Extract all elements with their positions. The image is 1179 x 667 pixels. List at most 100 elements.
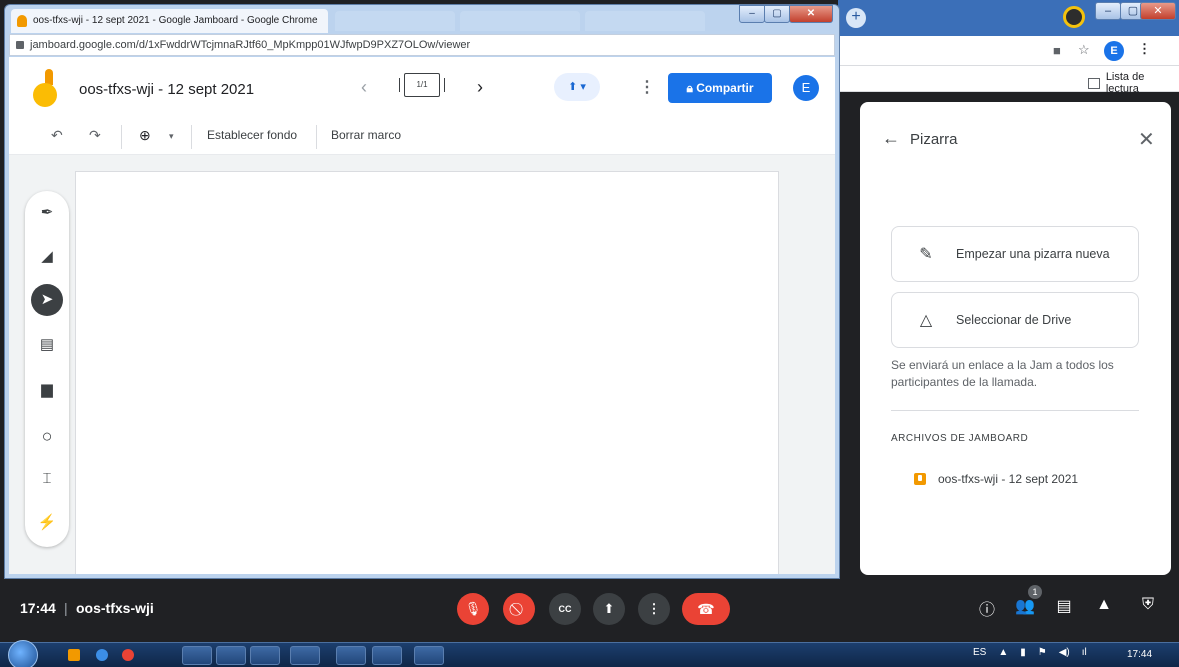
toolbar-divider [191,125,192,149]
toolbar-divider [316,125,317,149]
reading-list-button[interactable]: Lista de lectura [1088,71,1179,95]
browser-menu-icon[interactable]: ⋮ [1138,41,1151,57]
present-button[interactable]: ⬆ ▾ [554,73,600,101]
present-dropdown-icon: ⬆ ▾ [568,81,586,93]
select-from-drive-button[interactable]: △ Seleccionar de Drive [891,292,1139,348]
new-tab-button[interactable]: + [846,8,866,28]
active-tab[interactable]: oos-tfxs-wji - 12 sept 2021 - Google Jam… [11,9,328,33]
host-controls-icon[interactable]: ⛨ [1136,596,1160,614]
previous-frame-icon[interactable]: ‹ [361,77,367,98]
background-tab[interactable] [335,11,455,31]
zoom-dropdown-icon[interactable]: ▾ [169,131,174,142]
network-icon[interactable]: ıl [1082,647,1087,658]
system-clock: 17:44 [1127,649,1153,660]
meeting-separator: | [64,600,68,616]
undo-icon[interactable]: ↶ [51,127,63,144]
eraser-icon[interactable]: ◢ [31,241,63,273]
background-tab[interactable] [460,11,580,31]
select-icon[interactable]: ➤ [31,284,63,316]
clear-frame-button[interactable]: Borrar marco [331,128,401,142]
share-label: Compartir [696,81,754,95]
mic-off-button[interactable]: 🎙 [457,593,489,625]
new-whiteboard-button[interactable]: ✎ Empezar una pizarra nueva [891,226,1139,282]
circle-icon[interactable]: ○ [31,420,63,452]
more-options-button[interactable]: ⋮ [638,593,670,625]
jamboard-file-icon [914,473,926,485]
camera-icon[interactable]: ■ [1053,43,1061,58]
activities-icon[interactable]: ▲ [1092,596,1116,614]
present-now-button[interactable]: ⬆ [593,593,625,625]
drive-icon: △ [919,312,933,329]
start-button[interactable] [8,640,38,667]
pen-icon[interactable]: ✒ [31,197,63,229]
meeting-details-icon[interactable]: ⓘ [975,596,999,620]
redo-icon[interactable]: ↷ [89,127,101,144]
app-taskbar-button[interactable] [336,646,366,665]
captions-icon: CC [558,604,572,614]
captions-button[interactable]: CC [549,593,581,625]
background-tab[interactable] [585,11,705,31]
window-close-button[interactable]: ✕ [789,5,833,23]
taskbar: ES ▲ ▮ ⚑ ◀) ıl 17:44 [0,640,1179,667]
set-background-button[interactable]: Establecer fondo [207,128,297,142]
text-box-icon[interactable]: ⌶ [31,463,63,495]
lock-icon[interactable] [16,41,24,49]
reading-list-icon [1088,77,1100,89]
reading-list-label: Lista de lectura [1105,71,1145,95]
back-arrow-icon[interactable]: ← [882,128,900,149]
jamboard-app: oos-tfxs-wji - 12 sept 2021 ‹ 1/1 › ⬆ ▾ … [9,57,835,574]
word-taskbar-button[interactable] [182,646,212,665]
hangup-icon: ☎ [697,601,715,617]
minimize-button[interactable]: – [1095,2,1121,20]
window-maximize-button[interactable]: ▢ [764,5,790,23]
share-button[interactable]: 🔒︎ Compartir [668,73,772,103]
chrome-icon[interactable] [122,649,134,661]
pencil-icon: ✎ [919,246,933,263]
chat-icon[interactable]: ▤ [1052,596,1076,616]
ie-icon[interactable] [96,649,108,661]
leave-call-button[interactable]: ☎ [682,593,730,625]
next-frame-icon[interactable]: › [477,77,483,98]
tray-arrow-icon[interactable]: ▲ [998,647,1008,658]
whiteboard-canvas[interactable] [75,171,779,574]
account-avatar[interactable]: E [793,75,819,101]
window-minimize-button[interactable]: – [739,5,765,23]
jamboard-file-item[interactable]: oos-tfxs-wji - 12 sept 2021 [914,472,1078,486]
language-indicator[interactable]: ES [973,647,986,658]
more-vert-icon: ⋮ [647,601,661,616]
profile-avatar[interactable]: E [1104,41,1124,61]
bookmark-star-icon[interactable]: ☆ [1078,42,1090,58]
jamboard-favicon [17,15,27,27]
taskbar-app-icon[interactable] [68,649,80,661]
window-taskbar-button[interactable] [290,646,320,665]
laser-icon[interactable]: ⚡ [31,507,63,539]
toolbar-divider [121,125,122,149]
close-icon[interactable]: ✕ [1138,127,1155,152]
tray-device-icon[interactable]: ▮ [1020,647,1026,658]
camera-off-button[interactable]: ⃠ [503,593,535,625]
present-icon: ⬆ [603,601,615,616]
tray-flag-icon[interactable]: ⚑ [1038,647,1047,658]
panel-title: Pizarra [910,131,958,148]
frame-indicator[interactable]: 1/1 [399,73,445,97]
address-bar-right[interactable]: ■ ☆ E ⋮ [838,36,1179,66]
document-title[interactable]: oos-tfxs-wji - 12 sept 2021 [79,81,254,98]
powerpoint-taskbar-button[interactable] [414,646,444,665]
chrome-taskbar-button[interactable] [216,646,246,665]
address-bar[interactable]: jamboard.google.com/d/1xFwddrWTcjmnaRJtf… [9,34,835,56]
extension-icon[interactable] [1063,6,1085,28]
sticky-note-icon[interactable]: ▤ [31,329,63,361]
participants-badge: 1 [1028,585,1042,599]
more-options-icon[interactable]: ⋮ [639,77,655,97]
explorer-taskbar-button[interactable] [250,646,280,665]
people-icon[interactable]: 👥 [1013,596,1037,616]
zoom-icon[interactable]: ⊕ [139,127,151,144]
close-window-button[interactable]: ✕ [1140,2,1176,20]
volume-icon[interactable]: ◀) [1059,647,1070,658]
section-heading: ARCHIVOS DE JAMBOARD [891,433,1029,444]
image-icon[interactable]: ▆ [31,374,63,406]
chrome-active-taskbar-button[interactable] [372,646,402,665]
lock-share-icon: 🔒︎ [686,81,697,95]
select-from-drive-label: Seleccionar de Drive [956,313,1072,327]
whiteboard-panel: ← Pizarra ✕ ✎ Empezar una pizarra nueva … [860,102,1171,575]
